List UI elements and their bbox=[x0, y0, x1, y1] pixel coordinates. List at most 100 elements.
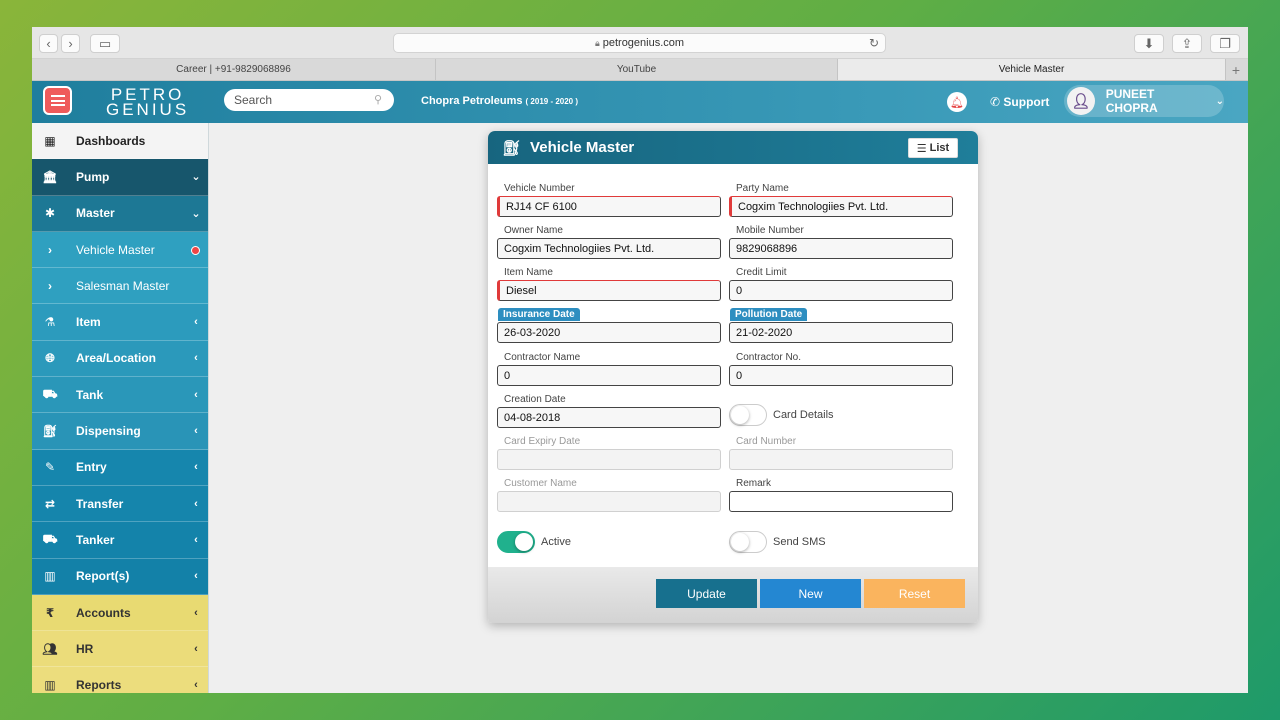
card-number-field[interactable] bbox=[729, 449, 953, 470]
sidebar-item-accounts[interactable]: ₹ Accounts ‹ bbox=[32, 594, 208, 632]
hamburger-menu-button[interactable] bbox=[43, 86, 72, 115]
globe-icon: 🌐︎ bbox=[45, 350, 55, 365]
new-tab-icon[interactable]: + bbox=[1226, 59, 1246, 80]
sidebar-item-label: Tanker bbox=[76, 532, 115, 547]
card-details-label: Card Details bbox=[773, 409, 834, 421]
company-name: Chopra Petroleums ( 2019 - 2020 ) bbox=[421, 95, 578, 107]
mobile-number-field[interactable] bbox=[729, 238, 953, 259]
contractor-no-group: Contractor No. bbox=[729, 347, 953, 386]
forward-icon[interactable]: › bbox=[61, 34, 80, 53]
browser-window: ‹ › ▭ 🔒︎ petrogenius.com ↻ ⬇ ⇪ ❐ Career … bbox=[32, 27, 1248, 693]
asterisk-icon: ✱ bbox=[44, 206, 56, 221]
customer-name-field[interactable] bbox=[497, 491, 721, 512]
remark-group: Remark bbox=[729, 473, 953, 512]
item-name-field[interactable] bbox=[497, 280, 721, 301]
sidebar-item-area-location[interactable]: 🌐︎ Area/Location ‹ bbox=[32, 340, 208, 378]
vehicle-number-group: Vehicle Number bbox=[497, 178, 721, 217]
list-icon: ☰ bbox=[916, 142, 927, 155]
browser-tab-vehicle-master[interactable]: Vehicle Master bbox=[838, 59, 1226, 80]
list-button[interactable]: ☰ List bbox=[908, 138, 958, 158]
update-button[interactable]: Update bbox=[656, 579, 757, 608]
card-expiry-date-label: Card Expiry Date bbox=[504, 436, 581, 447]
contractor-no-field[interactable] bbox=[729, 365, 953, 386]
fuel-pump-icon: ⛽︎ bbox=[502, 139, 522, 157]
active-label: Active bbox=[541, 536, 571, 548]
active-toggle[interactable] bbox=[497, 531, 535, 553]
user-menu[interactable]: 👤︎ PUNEET CHOPRA ⌄ bbox=[1064, 85, 1224, 117]
sidebar-item-entry[interactable]: ✎ Entry ‹ bbox=[32, 449, 208, 486]
pollution-date-group: Pollution Date bbox=[729, 304, 953, 343]
company-title: Chopra Petroleums bbox=[421, 95, 523, 107]
browser-tabbar: Career | +91-9829068896 YouTube Vehicle … bbox=[32, 59, 1248, 81]
download-icon[interactable]: ⬇ bbox=[1134, 34, 1164, 53]
sidebar-item-label: Tank bbox=[76, 387, 104, 402]
list-label: List bbox=[929, 142, 950, 154]
owner-name-field[interactable] bbox=[497, 238, 721, 259]
credit-limit-label: Credit Limit bbox=[736, 267, 787, 278]
share-icon[interactable]: ⇪ bbox=[1172, 34, 1202, 53]
exchange-icon: ⇄ bbox=[44, 496, 56, 511]
sidebar-item-dispensing[interactable]: ⛽︎ Dispensing ‹ bbox=[32, 413, 208, 450]
sidebar-item-vehicle-master[interactable]: › Vehicle Master bbox=[32, 231, 208, 269]
sidebar-item-label: Vehicle Master bbox=[76, 242, 155, 257]
sidebar-item-master[interactable]: ✱ Master ⌄ bbox=[32, 195, 208, 232]
sidebar-item-transfer[interactable]: ⇄ Transfer ‹ bbox=[32, 485, 208, 523]
new-button[interactable]: New bbox=[760, 579, 861, 608]
sidebar-item-label: Salesman Master bbox=[76, 278, 170, 293]
insurance-date-field[interactable] bbox=[497, 322, 721, 343]
contractor-name-field[interactable] bbox=[497, 365, 721, 386]
owner-name-group: Owner Name bbox=[497, 220, 721, 259]
contractor-name-label: Contractor Name bbox=[504, 352, 581, 363]
sidebar-item-label: Accounts bbox=[76, 605, 131, 620]
sidebar-item-label: Report(s) bbox=[76, 569, 130, 584]
card-details-toggle[interactable] bbox=[729, 404, 767, 426]
browser-tab-career[interactable]: Career | +91-9829068896 bbox=[32, 59, 436, 80]
item-name-label: Item Name bbox=[504, 267, 553, 278]
chevron-left-icon: ‹ bbox=[194, 425, 198, 438]
sidebar-item-hr[interactable]: 👥︎ HR ‹ bbox=[32, 631, 208, 668]
customer-name-group: Customer Name bbox=[497, 473, 721, 512]
search-input[interactable] bbox=[224, 89, 394, 111]
sidebar-item-dashboards[interactable]: ▦ Dashboards bbox=[32, 123, 208, 160]
edit-icon: ✎ bbox=[44, 460, 56, 475]
vehicle-number-field[interactable] bbox=[497, 196, 721, 217]
sidebar-item-item[interactable]: ⚗ Item ‹ bbox=[32, 304, 208, 341]
sidebar-item-tank[interactable]: ⛟ Tank ‹ bbox=[32, 377, 208, 414]
card-expiry-date-field[interactable] bbox=[497, 449, 721, 470]
active-indicator-dot bbox=[191, 245, 200, 255]
bar-chart-icon: ▥ bbox=[44, 569, 56, 584]
sidebar-item-pump[interactable]: 🏛︎ Pump ⌄ bbox=[32, 159, 208, 196]
sidebar-item-reports[interactable]: ▥ Reports ‹ bbox=[32, 667, 208, 693]
remark-label: Remark bbox=[736, 478, 772, 489]
sidebar-item-label: Master bbox=[76, 206, 115, 221]
search-icon[interactable]: ⚲ bbox=[374, 93, 382, 106]
address-bar[interactable]: 🔒︎ petrogenius.com ↻ bbox=[393, 33, 886, 53]
creation-date-field[interactable] bbox=[497, 407, 721, 428]
sidebar-item-report-s[interactable]: ▥ Report(s) ‹ bbox=[32, 558, 208, 595]
sidebar-item-tanker[interactable]: ⛟ Tanker ‹ bbox=[32, 522, 208, 559]
sidebar-item-label: Reports bbox=[76, 678, 122, 693]
chevron-down-icon: ⌄ bbox=[1215, 95, 1224, 107]
send-sms-toggle[interactable] bbox=[729, 531, 767, 553]
reset-button[interactable]: Reset bbox=[864, 579, 965, 608]
chevron-right-icon: › bbox=[48, 278, 52, 293]
chevron-left-icon: ‹ bbox=[194, 497, 198, 510]
party-name-field[interactable] bbox=[729, 196, 953, 217]
tabs-overview-icon[interactable]: ❐ bbox=[1210, 34, 1240, 53]
sidebar-item-salesman-master[interactable]: › Salesman Master bbox=[32, 268, 208, 305]
credit-limit-field[interactable] bbox=[729, 280, 953, 301]
back-icon[interactable]: ‹ bbox=[39, 34, 58, 53]
chevron-left-icon: ‹ bbox=[194, 642, 198, 655]
customer-name-label: Customer Name bbox=[504, 478, 577, 489]
remark-field[interactable] bbox=[729, 491, 953, 512]
chevron-left-icon: ‹ bbox=[194, 461, 198, 474]
item-name-group: Item Name bbox=[497, 262, 721, 301]
sidebar-toggle-icon[interactable]: ▭ bbox=[90, 34, 120, 53]
support-link[interactable]: ✆ Support bbox=[990, 95, 1049, 109]
credit-limit-group: Credit Limit bbox=[729, 262, 953, 301]
bell-icon[interactable]: 🔔︎ bbox=[947, 92, 967, 112]
pollution-date-field[interactable] bbox=[729, 322, 953, 343]
reload-icon[interactable]: ↻ bbox=[869, 36, 879, 50]
main-content: ⛽︎ Vehicle Master ☰ List Vehicle Number … bbox=[218, 123, 1248, 693]
browser-tab-youtube[interactable]: YouTube bbox=[436, 59, 838, 80]
